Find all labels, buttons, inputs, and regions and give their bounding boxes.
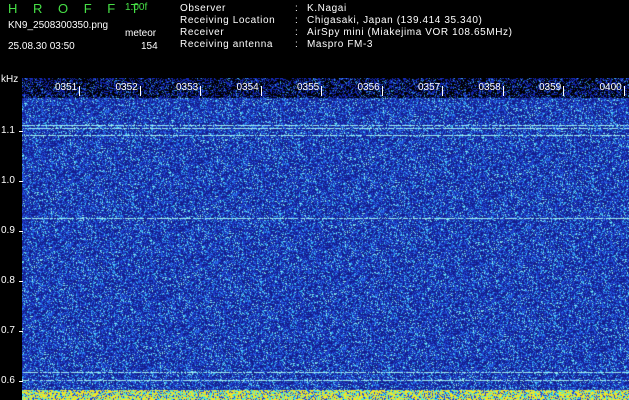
- y-tick-mark: [19, 231, 23, 232]
- info-colon: :: [295, 39, 298, 50]
- y-tick-label: 0.6: [1, 375, 15, 386]
- y-tick-mark: [19, 181, 23, 182]
- info-colon: :: [295, 27, 298, 38]
- info-value-observer: K.Nagai: [307, 3, 347, 14]
- time-tick-label: 0356: [357, 82, 380, 93]
- header-panel: H R O F F T 1.00f KN9_2508300350.png met…: [0, 0, 629, 72]
- y-tick-label: 0.9: [1, 225, 15, 236]
- time-tick-label: 0352: [115, 82, 138, 93]
- info-label-antenna: Receiving antenna: [180, 39, 274, 50]
- time-tick-mark: [321, 86, 322, 96]
- time-tick-mark: [200, 86, 201, 96]
- time-tick-label: 0357: [418, 82, 441, 93]
- time-tick-label: 0354: [236, 82, 259, 93]
- time-tick-label: 0359: [539, 82, 562, 93]
- y-tick-mark: [19, 131, 23, 132]
- time-tick-label: 0355: [297, 82, 320, 93]
- y-tick-label: 0.8: [1, 275, 15, 286]
- filename-label: KN9_2508300350.png: [8, 20, 109, 31]
- info-value-location: Chigasaki, Japan (139.414 35.340): [307, 15, 483, 26]
- time-tick-label: 0351: [55, 82, 78, 93]
- y-tick-label: 1.0: [1, 175, 15, 186]
- frequency-axis: kHz 1.1 1.0 0.9 0.8 0.7 0.6: [0, 72, 23, 400]
- info-value-receiver: AirSpy mini (Miakejima VOR 108.65MHz): [307, 27, 513, 38]
- time-tick-mark: [139, 86, 141, 96]
- y-tick-mark: [19, 381, 23, 382]
- datetime-label: 25.08.30 03:50: [8, 41, 75, 52]
- time-tick-mark: [79, 86, 80, 96]
- time-tick-mark: [623, 86, 625, 96]
- time-tick-mark: [260, 86, 262, 96]
- time-tick-mark: [442, 86, 443, 96]
- info-label-location: Receiving Location: [180, 15, 276, 26]
- version-label: 1.00f: [125, 2, 148, 13]
- info-value-antenna: Maspro FM-3: [307, 39, 374, 50]
- y-tick-mark: [19, 281, 23, 282]
- y-tick-mark: [19, 331, 23, 332]
- time-tick-mark: [381, 86, 383, 96]
- meteor-label: meteor: [125, 28, 157, 39]
- spectrogram-plot: [22, 78, 629, 400]
- info-colon: :: [295, 3, 298, 14]
- info-label-observer: Observer: [180, 3, 226, 14]
- time-axis: 0351 0352 0353 0354 0355 0356 0357 0358 0359 0400: [22, 78, 629, 98]
- y-unit-label: kHz: [1, 74, 19, 85]
- info-label-receiver: Receiver: [180, 27, 225, 38]
- y-tick-label: 1.1: [1, 125, 15, 136]
- meteor-count: 154: [141, 41, 158, 52]
- time-tick-label: 0358: [478, 82, 501, 93]
- time-tick-label: 0353: [176, 82, 199, 93]
- time-tick-label: 0400: [599, 82, 622, 93]
- time-tick-mark: [502, 86, 504, 96]
- time-tick-mark: [563, 86, 564, 96]
- info-colon: :: [295, 15, 298, 26]
- spectrogram-canvas: [22, 78, 629, 400]
- y-tick-label: 0.7: [1, 325, 15, 336]
